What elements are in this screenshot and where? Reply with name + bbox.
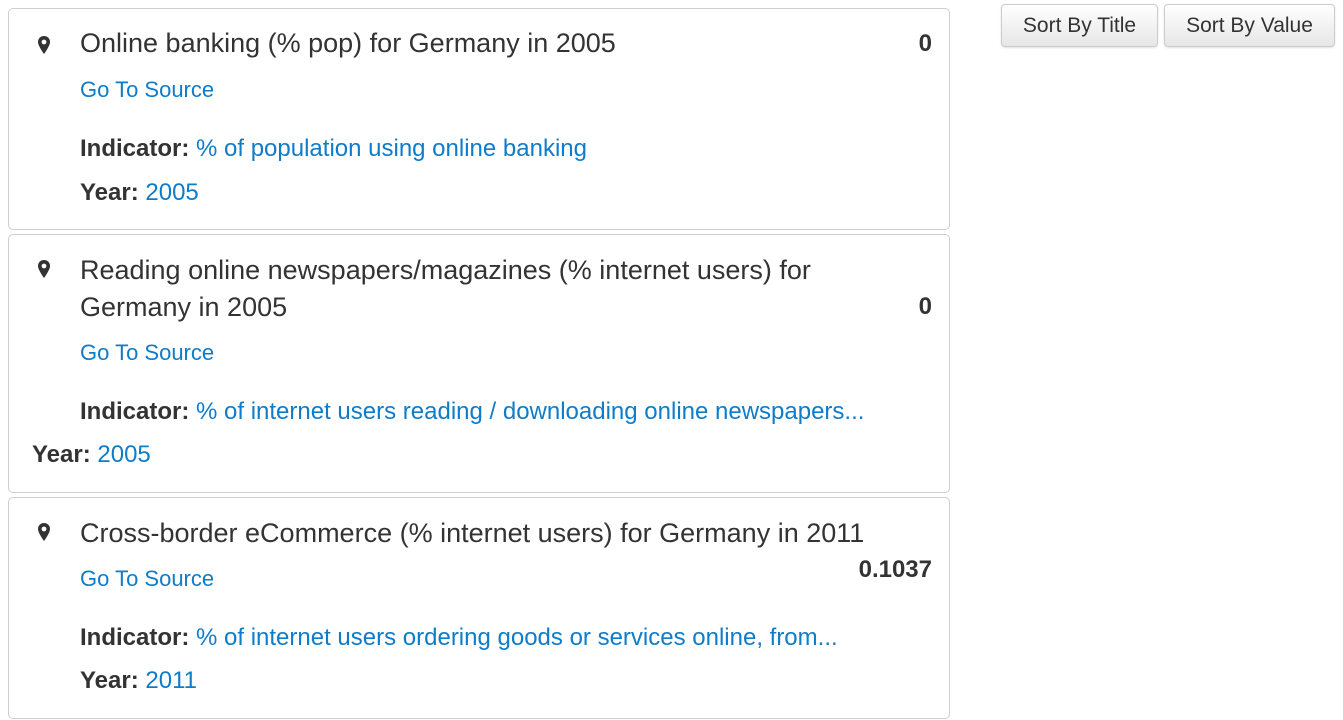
year-label: Year: bbox=[80, 667, 139, 694]
indicator-link[interactable]: % of internet users ordering goods or se… bbox=[196, 624, 838, 651]
result-card: Cross-border eCommerce (% internet users… bbox=[8, 497, 950, 719]
year-link[interactable]: 2005 bbox=[97, 441, 150, 468]
year-link[interactable]: 2011 bbox=[145, 667, 197, 694]
year-row: Year: 2005 bbox=[80, 179, 199, 207]
indicator-label: Indicator: bbox=[80, 135, 190, 162]
result-value: 0.1037 bbox=[858, 556, 932, 583]
result-title: Online banking (% pop) for Germany in 20… bbox=[80, 28, 616, 58]
year-link[interactable]: 2005 bbox=[145, 179, 198, 206]
sort-by-value-button[interactable]: Sort By Value bbox=[1164, 4, 1335, 47]
indicator-label: Indicator: bbox=[80, 398, 190, 425]
year-label: Year: bbox=[80, 179, 139, 206]
result-card: Reading online newspapers/magazines (% i… bbox=[8, 234, 950, 493]
map-marker-icon bbox=[38, 36, 50, 54]
indicator-row: Indicator: % of internet users reading /… bbox=[80, 398, 864, 426]
go-to-source-link[interactable]: Go To Source bbox=[80, 77, 214, 103]
sort-by-title-button[interactable]: Sort By Title bbox=[1001, 4, 1158, 47]
result-title: Reading online newspapers/magazines (% i… bbox=[80, 255, 811, 322]
indicator-label: Indicator: bbox=[80, 624, 190, 651]
map-marker-icon bbox=[38, 523, 50, 541]
indicator-link[interactable]: % of population using online banking bbox=[196, 135, 587, 162]
map-marker-icon bbox=[38, 260, 50, 278]
year-label: Year: bbox=[32, 441, 91, 468]
indicator-link[interactable]: % of internet users reading / downloadin… bbox=[196, 398, 864, 425]
go-to-source-link[interactable]: Go To Source bbox=[80, 340, 214, 366]
year-row: Year: 2005 bbox=[32, 441, 151, 469]
year-row: Year: 2011 bbox=[80, 667, 197, 695]
sort-toolbar: Sort By Title Sort By Value bbox=[1001, 4, 1335, 47]
indicator-row: Indicator: % of population using online … bbox=[80, 135, 587, 163]
result-title: Cross-border eCommerce (% internet users… bbox=[80, 518, 865, 548]
indicator-row: Indicator: % of internet users ordering … bbox=[80, 624, 838, 652]
result-value: 0 bbox=[918, 293, 932, 320]
go-to-source-link[interactable]: Go To Source bbox=[80, 566, 214, 592]
result-card: Online banking (% pop) for Germany in 20… bbox=[8, 8, 950, 230]
result-value: 0 bbox=[918, 30, 932, 57]
